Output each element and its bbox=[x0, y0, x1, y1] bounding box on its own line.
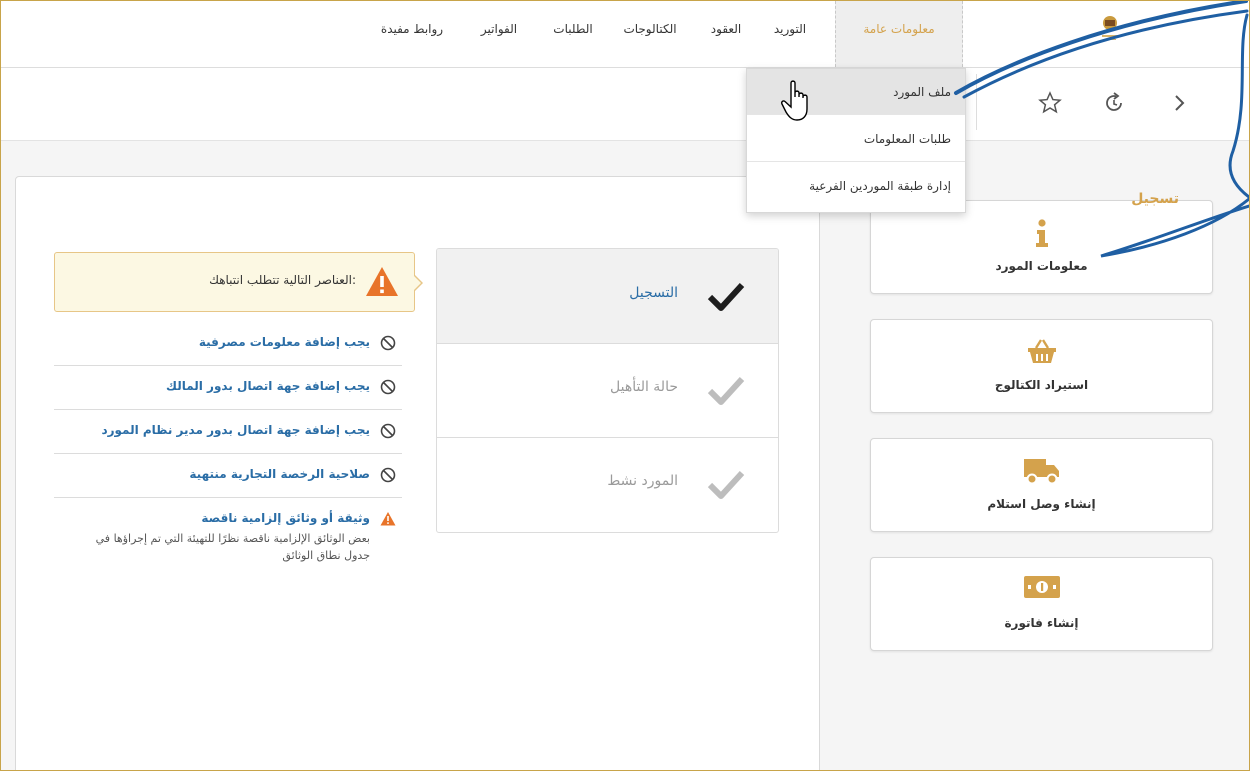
nav-contracts[interactable]: العقود bbox=[703, 1, 749, 67]
issue-item[interactable]: وثيقة أو وثائق إلزامية ناقصة بعض الوثائق… bbox=[54, 498, 402, 590]
step-label: التسجيل bbox=[629, 285, 678, 301]
attention-arrow-fill bbox=[413, 275, 421, 291]
ban-icon bbox=[380, 467, 396, 483]
nav-general-info[interactable]: معلومات عامة bbox=[835, 1, 963, 67]
warning-icon bbox=[380, 512, 396, 526]
menu-item-sub-tier-management[interactable]: إدارة طبقة الموردين الفرعية bbox=[747, 163, 965, 209]
toolbar bbox=[1, 68, 1249, 141]
history-icon[interactable] bbox=[1101, 90, 1127, 116]
nav-invoices[interactable]: الفواتير bbox=[469, 1, 529, 67]
nav-useful-links[interactable]: روابط مفيدة bbox=[369, 1, 455, 67]
issue-link[interactable]: يجب إضافة جهة اتصال بدور مدير نظام المور… bbox=[101, 423, 370, 437]
toolbar-separator bbox=[976, 74, 977, 130]
tile-label: استيراد الكتالوج bbox=[994, 378, 1089, 392]
issue-item[interactable]: يجب إضافة معلومات مصرفية bbox=[54, 322, 402, 366]
ban-icon bbox=[380, 423, 396, 439]
nav-supply[interactable]: التوريد bbox=[765, 1, 815, 67]
truck-icon bbox=[1023, 459, 1059, 485]
ban-icon bbox=[380, 379, 396, 395]
issue-description: بعض الوثائق الإلزامية ناقصة نظرًا للتهيئ… bbox=[95, 532, 370, 562]
ban-icon bbox=[380, 335, 396, 351]
step-label: حالة التأهيل bbox=[610, 379, 678, 395]
step-active-supplier[interactable]: المورد نشط bbox=[437, 437, 778, 531]
issue-item[interactable]: يجب إضافة جهة اتصال بدور مدير نظام المور… bbox=[54, 410, 402, 454]
issue-item[interactable]: يجب إضافة جهة اتصال بدور المالك bbox=[54, 366, 402, 410]
issue-item[interactable]: صلاحية الرخصة التجارية منتهية bbox=[54, 454, 402, 498]
tile-label: إنشاء وصل استلام bbox=[987, 497, 1096, 511]
tile-label: معلومات المورد bbox=[995, 259, 1088, 273]
nav-catalogs[interactable]: الكتالوجات bbox=[617, 1, 683, 67]
emblem-logo bbox=[1102, 16, 1118, 40]
menu-item-info-requests[interactable]: طلبات المعلومات bbox=[747, 116, 965, 162]
basket-icon bbox=[1027, 339, 1056, 363]
general-info-dropdown: ملف المورد طلبات المعلومات إدارة طبقة ال… bbox=[746, 68, 966, 213]
tile-supplier-info[interactable]: معلومات المورد bbox=[870, 200, 1213, 294]
tile-create-receipt[interactable]: إنشاء وصل استلام bbox=[870, 438, 1213, 532]
issue-link[interactable]: وثيقة أو وثائق إلزامية ناقصة bbox=[201, 511, 370, 525]
step-qualification[interactable]: حالة التأهيل bbox=[437, 343, 778, 438]
menu-item-supplier-profile[interactable]: ملف المورد bbox=[747, 69, 965, 115]
info-icon bbox=[1035, 219, 1048, 247]
panel-title: تسجيل bbox=[1131, 191, 1179, 207]
registration-steps: التسجيل حالة التأهيل المورد نشط bbox=[436, 248, 779, 533]
issue-link[interactable]: صلاحية الرخصة التجارية منتهية bbox=[189, 467, 370, 481]
check-icon bbox=[707, 470, 745, 499]
app-frame: معلومات عامة التوريد العقود الكتالوجات ا… bbox=[0, 0, 1250, 771]
top-nav: معلومات عامة التوريد العقود الكتالوجات ا… bbox=[1, 1, 1249, 68]
tile-label: إنشاء فاتورة bbox=[1004, 616, 1079, 630]
star-icon[interactable] bbox=[1037, 90, 1063, 116]
attention-box: العناصر التالية تتطلب انتباهك: bbox=[54, 252, 415, 312]
tile-create-invoice[interactable]: إنشاء فاتورة bbox=[870, 557, 1213, 651]
step-label: المورد نشط bbox=[607, 473, 678, 489]
nav-requests[interactable]: الطلبات bbox=[545, 1, 601, 67]
step-registration[interactable]: التسجيل bbox=[437, 249, 778, 344]
money-icon bbox=[1023, 576, 1060, 598]
check-icon bbox=[707, 282, 745, 311]
chevron-right-icon[interactable] bbox=[1167, 90, 1193, 116]
issue-link[interactable]: يجب إضافة جهة اتصال بدور المالك bbox=[166, 379, 370, 393]
tile-import-catalog[interactable]: استيراد الكتالوج bbox=[870, 319, 1213, 413]
issue-link[interactable]: يجب إضافة معلومات مصرفية bbox=[199, 335, 370, 349]
attention-text: العناصر التالية تتطلب انتباهك: bbox=[209, 273, 356, 287]
hand-cursor-icon bbox=[781, 80, 808, 121]
check-icon bbox=[707, 376, 745, 405]
warning-icon bbox=[366, 267, 398, 296]
